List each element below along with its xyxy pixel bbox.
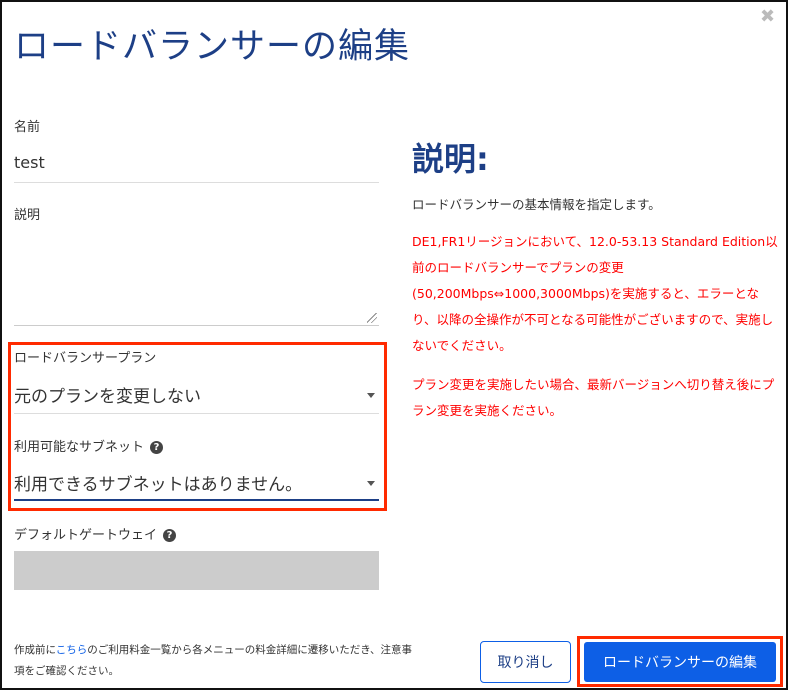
edit-load-balancer-button[interactable]: ロードバランサーの編集 [584,642,776,682]
help-icon[interactable]: ? [163,529,177,542]
plan-select-value: 元のプランを変更しない [14,387,201,407]
warning-text-1: DE1,FR1リージョンにおいて、12.0-53.13 Standard Edi… [412,234,778,353]
description-textarea[interactable] [14,228,379,326]
gateway-label-text: デフォルトゲートウェイ [14,528,158,543]
help-heading: 説明: [412,140,489,178]
gateway-input[interactable] [14,551,379,590]
plan-select[interactable]: 元のプランを変更しない [14,382,379,414]
help-text: ロードバランサーの基本情報を指定します。 [412,197,661,212]
warning-text-2: プラン変更を実施したい場合、最新バージョンへ切り替え後にプラン変更を実施ください… [412,377,775,418]
subnet-label-text: 利用可能なサブネット [14,440,145,455]
subnet-select-value: 利用できるサブネットはありません。 [14,475,303,495]
chevron-down-icon [367,481,375,486]
name-underline [14,182,379,183]
footer-note: 作成前にこちらのご利用料金一覧から各メニューの料金詳細に遷移いただき、注意事項を… [14,640,414,682]
chevron-down-icon [367,393,375,398]
gateway-label: デフォルトゲートウェイ? [14,524,177,543]
plan-label: ロードバランサープラン [14,351,157,366]
footer-note-before: 作成前に [14,644,56,656]
description-label: 説明 [14,208,41,223]
help-icon[interactable]: ? [150,441,164,454]
name-label: 名前 [14,120,41,135]
cancel-button[interactable]: 取り消し [480,641,571,683]
subnet-select[interactable]: 利用できるサブネットはありません。 [14,470,379,501]
resize-grip-icon[interactable] [367,313,377,323]
dialog-title: ロードバランサーの編集 [14,27,411,67]
subnet-label: 利用可能なサブネット? [14,436,164,455]
close-icon[interactable]: ✖ [760,6,775,27]
name-input[interactable]: test [14,153,45,172]
pricing-link[interactable]: こちら [56,644,88,656]
